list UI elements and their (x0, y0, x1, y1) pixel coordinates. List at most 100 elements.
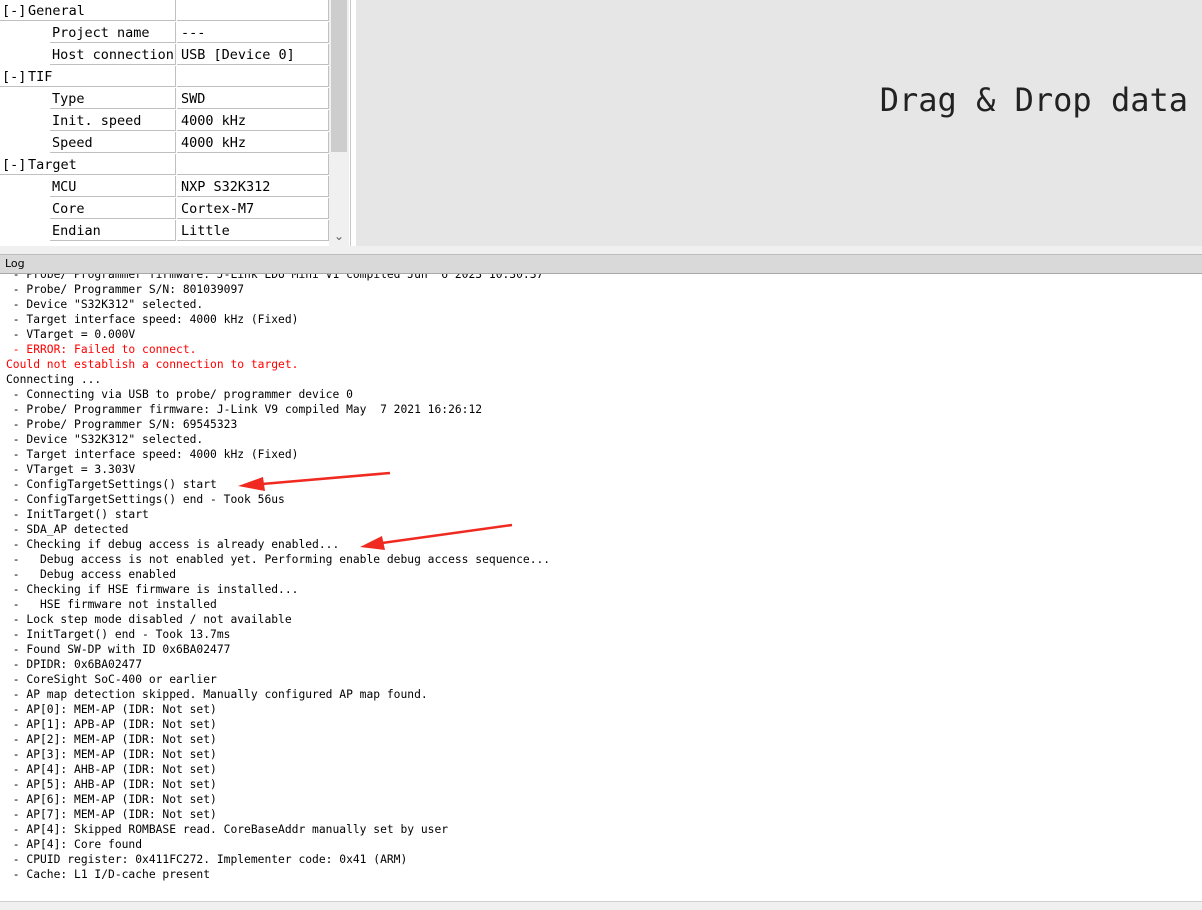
log-line: - CPUID register: 0x411FC272. Implemente… (6, 853, 408, 866)
log-line: - ConfigTargetSettings() start (6, 478, 217, 491)
log-header: Log (0, 254, 1202, 274)
property-value[interactable]: 4000 kHz (177, 132, 329, 153)
group-header[interactable]: [-] General (0, 0, 176, 21)
row-indent (0, 110, 50, 132)
log-line: - AP[4]: Core found (6, 838, 143, 851)
drag-drop-area[interactable]: Drag & Drop data (356, 0, 1202, 246)
property-name: Host connection (50, 44, 176, 65)
property-row[interactable]: Type SWD (0, 88, 329, 110)
log-line: - DPIDR: 0x6BA02477 (6, 658, 143, 671)
log-line: - CoreSight SoC-400 or earlier (6, 673, 217, 686)
property-row[interactable]: Project name --- (0, 22, 329, 44)
log-line: - VTarget = 3.303V (6, 463, 136, 476)
group-target[interactable]: [-] Target (0, 154, 329, 176)
chevron-down-icon[interactable]: ⌄ (329, 226, 349, 246)
log-line: - ConfigTargetSettings() end - Took 56us (6, 493, 285, 506)
row-indent (0, 220, 50, 242)
log-line: - Debug access is not enabled yet. Perfo… (6, 553, 551, 566)
log-line: - AP[4]: Skipped ROMBASE read. CoreBaseA… (6, 823, 449, 836)
log-line: - AP[4]: AHB-AP (IDR: Not set) (6, 763, 217, 776)
drag-drop-label: Drag & Drop data (879, 81, 1188, 119)
scrollbar-thumb[interactable] (331, 0, 347, 152)
log-line: - InitTarget() start (6, 508, 149, 521)
group-label: General (28, 3, 85, 19)
collapse-toggle[interactable]: [-] (2, 66, 26, 88)
properties-panel: [-] General Project name --- Host connection… (0, 0, 351, 246)
group-header[interactable]: [-] TIF (0, 66, 176, 87)
group-value (177, 0, 329, 21)
log-line: - Target interface speed: 4000 kHz (Fixe… (6, 313, 299, 326)
log-line: - AP[7]: MEM-AP (IDR: Not set) (6, 808, 217, 821)
property-name: Project name (50, 22, 176, 43)
log-line-error: Could not establish a connection to targ… (6, 358, 299, 371)
property-name: Speed (50, 132, 176, 153)
splitter[interactable] (0, 246, 1202, 254)
property-grid: [-] General Project name --- Host connection… (0, 0, 329, 242)
property-row[interactable]: Host connection USB [Device 0] (0, 44, 329, 66)
log-line: - Lock step mode disabled / not availabl… (6, 613, 292, 626)
property-value[interactable]: Cortex-M7 (177, 198, 329, 219)
log-line: - Probe/ Programmer S/N: 801039097 (6, 283, 245, 296)
row-indent (0, 88, 50, 110)
log-line: - Probe/ Programmer S/N: 69545323 (6, 418, 238, 431)
group-value (177, 154, 329, 175)
log-line: - AP[5]: AHB-AP (IDR: Not set) (6, 778, 217, 791)
log-lines: - Probe/ Programmer firmware: J-Link EDU… (6, 274, 550, 909)
row-indent (0, 44, 50, 66)
log-line: - AP map detection skipped. Manually con… (6, 688, 428, 701)
property-row[interactable]: MCU NXP S32K312 (0, 176, 329, 198)
property-name: Init. speed (50, 110, 176, 131)
log-line: - Device "S32K312" selected. (6, 298, 204, 311)
arrow-to-debug-access-check (360, 523, 513, 550)
property-value[interactable]: --- (177, 22, 329, 43)
log-line: - AP[3]: MEM-AP (IDR: Not set) (6, 748, 217, 761)
log-line: - AP[0]: MEM-AP (IDR: Not set) (6, 703, 217, 716)
log-line: - Probe/ Programmer firmware: J-Link EDU… (6, 274, 544, 281)
property-value[interactable]: 4000 kHz (177, 110, 329, 131)
log-line: - Checking if debug access is already en… (6, 538, 340, 551)
log-line: - Checking if HSE firmware is installed.… (6, 583, 299, 596)
log-line: Connecting ... (6, 373, 102, 386)
group-label: TIF (28, 69, 53, 85)
log-line: - AP[2]: MEM-AP (IDR: Not set) (6, 733, 217, 746)
row-indent (0, 176, 50, 198)
property-row[interactable]: Core Cortex-M7 (0, 198, 329, 220)
log-line: - HSE firmware not installed (6, 598, 217, 611)
log-line: - Cache: L1 I/D-cache present (6, 868, 211, 881)
row-indent (0, 22, 50, 44)
log-line: - AP[6]: MEM-AP (IDR: Not set) (6, 793, 217, 806)
property-row[interactable]: Speed 4000 kHz (0, 132, 329, 154)
property-value[interactable]: USB [Device 0] (177, 44, 329, 65)
log-line: - Debug access enabled (6, 568, 177, 581)
log-line: - Found SW-DP with ID 0x6BA02477 (6, 643, 231, 656)
row-indent (0, 198, 50, 220)
property-row[interactable]: Endian Little (0, 220, 329, 242)
log-line: - VTarget = 0.000V (6, 328, 136, 341)
property-value[interactable]: NXP S32K312 (177, 176, 329, 197)
property-name: Type (50, 88, 176, 109)
log-line: - Target interface speed: 4000 kHz (Fixe… (6, 448, 299, 461)
vertical-scrollbar[interactable]: ⌄ (329, 0, 349, 246)
collapse-toggle[interactable]: [-] (2, 154, 26, 176)
property-value[interactable]: SWD (177, 88, 329, 109)
log-line: - SDA_AP detected (6, 523, 129, 536)
property-row[interactable]: Init. speed 4000 kHz (0, 110, 329, 132)
group-value (177, 66, 329, 87)
row-indent (0, 132, 50, 154)
property-name: MCU (50, 176, 176, 197)
log-line: - Connecting via USB to probe/ programme… (6, 388, 353, 401)
property-name: Endian (50, 220, 176, 241)
log-line-error: - ERROR: Failed to connect. (6, 343, 197, 356)
log-line: - InitTarget() end - Took 13.7ms (6, 628, 231, 641)
group-general[interactable]: [-] General (0, 0, 329, 22)
group-label: Target (28, 157, 77, 173)
log-line: - Probe/ Programmer firmware: J-Link V9 … (6, 403, 483, 416)
collapse-toggle[interactable]: [-] (2, 0, 26, 22)
group-tif[interactable]: [-] TIF (0, 66, 329, 88)
property-name: Core (50, 198, 176, 219)
property-value[interactable]: Little (177, 220, 329, 241)
group-header[interactable]: [-] Target (0, 154, 176, 175)
log-line: - Device "S32K312" selected. (6, 433, 204, 446)
log-output[interactable]: - Probe/ Programmer firmware: J-Link EDU… (0, 274, 1202, 909)
